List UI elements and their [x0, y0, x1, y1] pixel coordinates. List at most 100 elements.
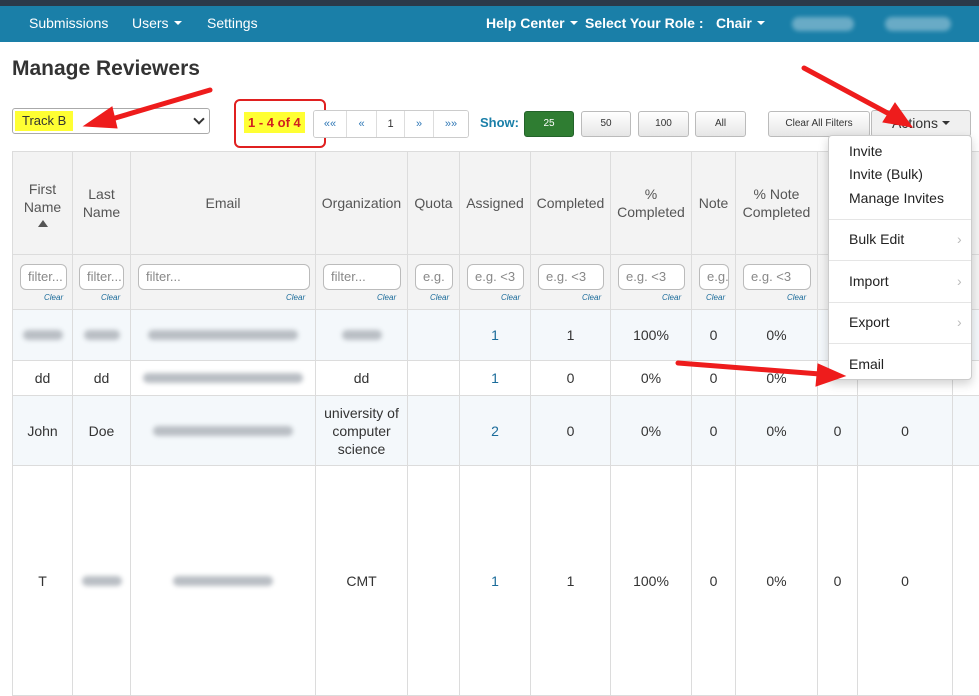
page-next-button[interactable]: »: [405, 111, 434, 137]
filter-clear-link[interactable]: Clear: [582, 293, 601, 302]
col-header-pct-note-completed[interactable]: % Note Completed: [736, 151, 818, 255]
track-select[interactable]: Track B: [12, 108, 210, 134]
menu-divider: [829, 260, 971, 261]
table-cell-quota: [408, 310, 460, 361]
filter-cell-email: filter... Clear: [131, 255, 316, 310]
menu-item-manage-invites[interactable]: Manage Invites: [849, 190, 944, 206]
menu-divider: [829, 219, 971, 220]
menu-divider: [829, 302, 971, 303]
track-select-value: Track B: [15, 111, 74, 131]
col-header-pct-completed[interactable]: % Completed: [611, 151, 692, 255]
col-header-label: % Note Completed: [742, 186, 811, 220]
filter-cell-pct-note-completed: e.g. <3 Clear: [736, 255, 818, 310]
page-size-100-button[interactable]: 100: [638, 111, 689, 137]
record-count: 1 - 4 of 4: [244, 112, 305, 133]
col-header-quota[interactable]: Quota: [408, 151, 460, 255]
redacted-text: [22, 330, 63, 340]
nav-help-center[interactable]: Help Center: [486, 15, 578, 31]
table-cell-note: 0: [692, 396, 736, 466]
filter-clear-link[interactable]: Clear: [662, 293, 681, 302]
table-cell-completed: 0: [531, 396, 611, 466]
menu-item-invite-bulk[interactable]: Invite (Bulk): [849, 166, 923, 182]
assigned-count-link[interactable]: 2: [460, 396, 531, 466]
table-cell-quota: [408, 396, 460, 466]
nav-settings[interactable]: Settings: [207, 15, 258, 31]
filter-clear-link[interactable]: Clear: [44, 293, 63, 302]
redacted-text: [341, 330, 382, 340]
menu-item-email[interactable]: Email: [849, 356, 884, 372]
col-header-label: First Name: [23, 180, 62, 215]
chevron-down-icon: [193, 113, 205, 125]
page-size-label: Show:: [480, 115, 519, 130]
col-header-label: Organization: [321, 195, 402, 211]
page-size-all-button[interactable]: All: [695, 111, 746, 137]
assigned-count-link[interactable]: 1: [460, 310, 531, 361]
table-cell-quota: [408, 361, 460, 396]
table-cell-c: 0: [858, 396, 953, 466]
nav-submissions[interactable]: Submissions: [29, 15, 108, 31]
filter-input-completed[interactable]: e.g. <3: [538, 264, 604, 290]
filter-input-pct-completed[interactable]: e.g. <3: [618, 264, 685, 290]
table-cell-last-name: dd: [73, 361, 131, 396]
table-cell-quota: [408, 466, 460, 696]
redacted-user-menu[interactable]: [885, 17, 951, 31]
filter-clear-link[interactable]: Clear: [501, 293, 520, 302]
clear-all-filters-button[interactable]: Clear All Filters: [768, 111, 870, 137]
filter-clear-link[interactable]: Clear: [706, 293, 725, 302]
redacted-user-name: [792, 17, 854, 31]
filter-input-assigned[interactable]: e.g. <3: [467, 264, 524, 290]
menu-item-import[interactable]: Import: [849, 273, 961, 289]
col-header-organization[interactable]: Organization: [316, 151, 408, 255]
filter-input-organization[interactable]: filter...: [323, 264, 401, 290]
assigned-count-link[interactable]: 1: [460, 361, 531, 396]
menu-item-bulk-edit[interactable]: Bulk Edit: [849, 231, 962, 247]
col-header-label: % Completed: [617, 186, 685, 220]
page-last-button[interactable]: »»: [434, 111, 468, 137]
filter-clear-link[interactable]: Clear: [101, 293, 120, 302]
col-header-email[interactable]: Email: [131, 151, 316, 255]
filter-cell-quota: e.g. Clear: [408, 255, 460, 310]
col-header-last-name[interactable]: Last Name: [73, 151, 131, 255]
col-header-note[interactable]: Note: [692, 151, 736, 255]
col-header-label: Last Name: [82, 186, 121, 220]
col-header-first-name[interactable]: First Name: [12, 151, 73, 255]
filter-clear-link[interactable]: Clear: [787, 293, 806, 302]
role-dropdown[interactable]: Chair: [716, 15, 765, 31]
page-current-button[interactable]: 1: [377, 111, 405, 137]
nav-users[interactable]: Users: [132, 15, 182, 31]
page-prev-button[interactable]: «: [347, 111, 377, 137]
table-cell-c: 0: [858, 466, 953, 696]
filter-input-note[interactable]: e.g.: [699, 264, 729, 290]
table-cell-pct-completed: 0%: [611, 396, 692, 466]
top-navbar: Submissions Users Settings Help Center S…: [0, 6, 979, 42]
filter-cell-last-name: filter... Clear: [73, 255, 131, 310]
assigned-count-link[interactable]: 1: [460, 466, 531, 696]
table-cell-completed: 0: [531, 361, 611, 396]
page-size-25-button[interactable]: 25: [524, 111, 574, 137]
table-cell-completed: 1: [531, 466, 611, 696]
filter-input-pct-note-completed[interactable]: e.g. <3: [743, 264, 811, 290]
menu-item-export[interactable]: Export: [849, 314, 963, 330]
filter-input-quota[interactable]: e.g.: [415, 264, 453, 290]
filter-clear-link[interactable]: Clear: [286, 293, 305, 302]
filter-clear-link[interactable]: Clear: [377, 293, 396, 302]
redacted-text: [173, 575, 273, 586]
menu-item-invite[interactable]: Invite: [849, 143, 882, 159]
table-cell-note: 0: [692, 310, 736, 361]
col-header-completed[interactable]: Completed: [531, 151, 611, 255]
filter-input-email[interactable]: filter...: [138, 264, 310, 290]
actions-dropdown-button[interactable]: Actions: [871, 110, 971, 137]
filter-clear-link[interactable]: Clear: [430, 293, 449, 302]
table-cell-first-name: John: [12, 396, 73, 466]
page-first-button[interactable]: ««: [314, 111, 347, 137]
col-header-assigned[interactable]: Assigned: [460, 151, 531, 255]
col-header-label: Assigned: [466, 195, 524, 211]
table-cell-d: [953, 396, 979, 466]
table-cell-first-name: T: [12, 466, 73, 696]
table-cell-pct-note-completed: 0%: [736, 361, 818, 396]
filter-input-first-name[interactable]: filter...: [20, 264, 67, 290]
filter-input-last-name[interactable]: filter...: [79, 264, 124, 290]
page-size-50-button[interactable]: 50: [581, 111, 631, 137]
table-cell-pct-completed: 100%: [611, 466, 692, 696]
table-cell-last-name: [73, 310, 131, 361]
